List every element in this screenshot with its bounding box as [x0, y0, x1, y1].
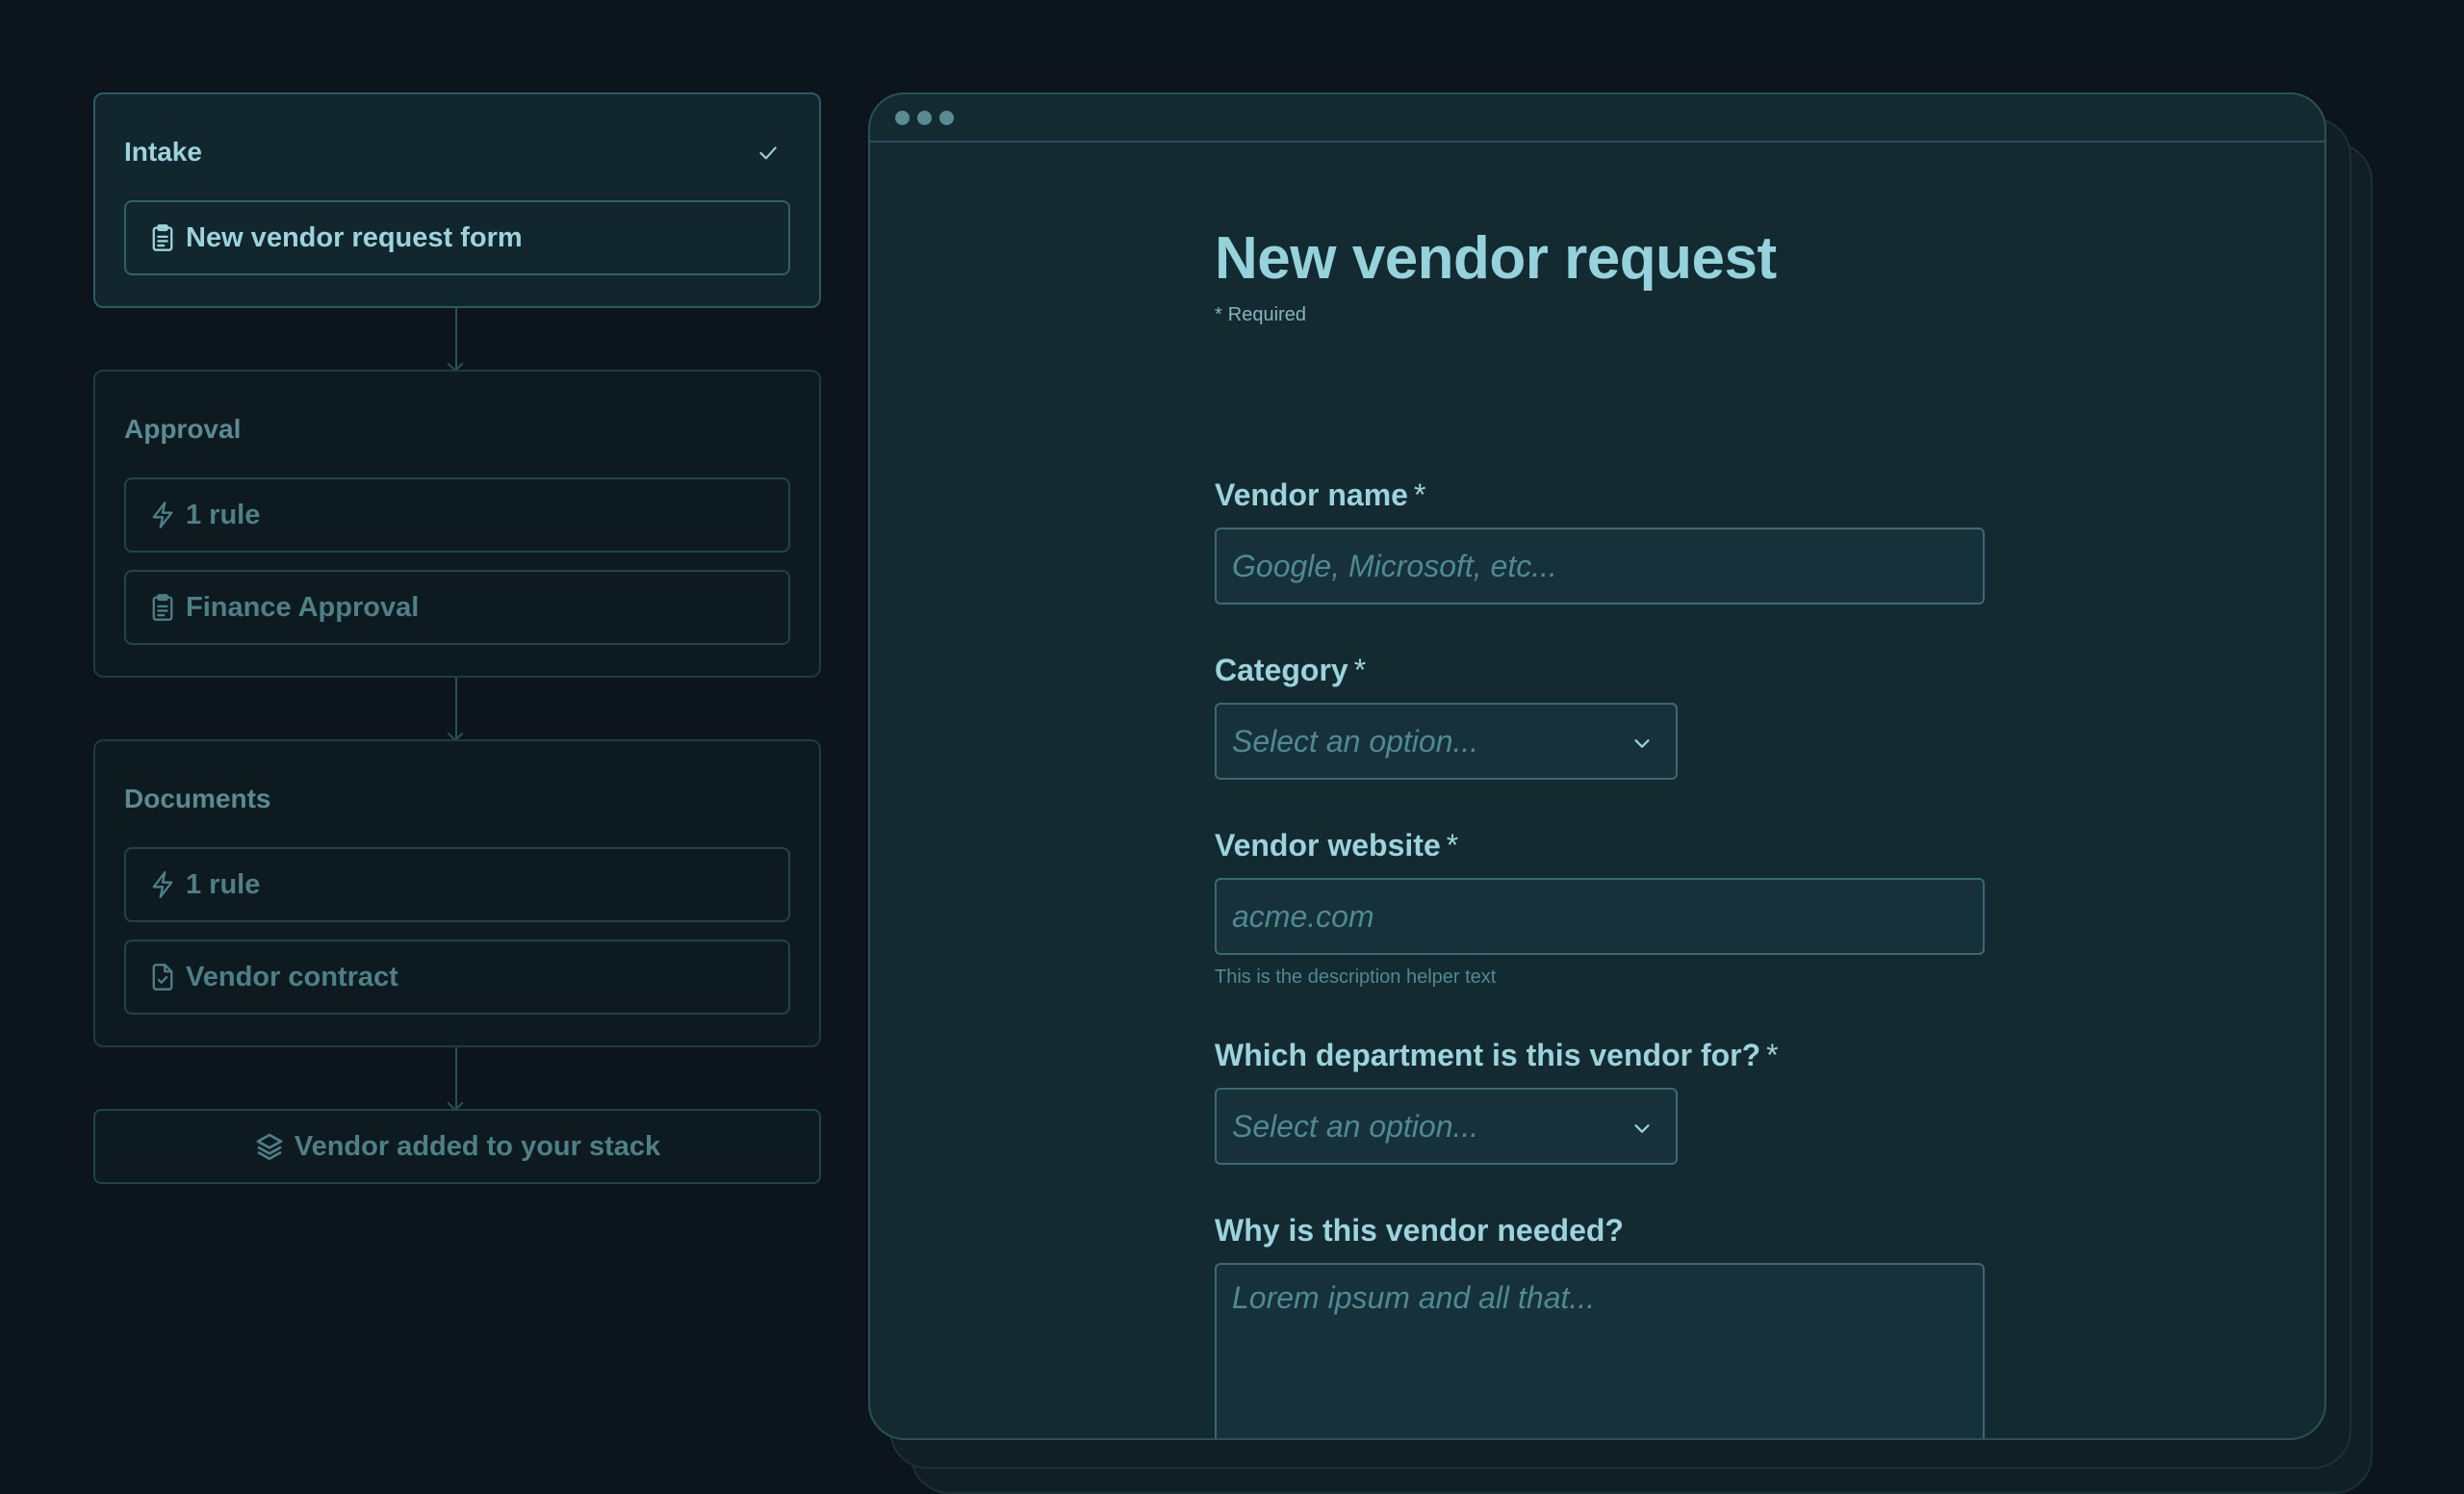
document-check-icon [152, 964, 173, 991]
vendor-name-label-text: Vendor name [1215, 477, 1408, 512]
department-label: Which department is this vendor for? * [1215, 1038, 1779, 1073]
stage-intake[interactable]: Intake New vendor request form [93, 92, 821, 308]
connector-line [455, 678, 457, 739]
stage-documents[interactable]: Documents 1 rule Vendor contract [93, 739, 821, 1047]
step-vendor-contract[interactable]: Vendor contract [124, 940, 790, 1015]
lightning-icon [152, 502, 173, 528]
stage-approval[interactable]: Approval 1 rule Finance Approval [93, 370, 821, 678]
step-label: Vendor contract [186, 961, 398, 992]
page-title: New vendor request [1215, 225, 1777, 292]
step-new-vendor-request-form[interactable]: New vendor request form [124, 200, 790, 275]
vendor-website-label-text: Vendor website [1215, 828, 1441, 863]
vendor-website-helper-text: This is the description helper text [1215, 966, 1497, 988]
category-label-text: Category [1215, 653, 1348, 687]
vendor-name-label: Vendor name * [1215, 477, 1425, 513]
department-label-text: Which department is this vendor for? [1215, 1038, 1761, 1072]
category-label: Category * [1215, 653, 1366, 688]
step-approval-rule[interactable]: 1 rule [124, 477, 790, 553]
department-select-placeholder: Select an option... [1232, 1108, 1479, 1144]
lightning-icon [152, 871, 173, 898]
required-text: Required [1227, 304, 1306, 325]
final-step-label: Vendor added to your stack [294, 1130, 661, 1162]
window-dot[interactable] [895, 110, 910, 125]
clipboard-icon [152, 224, 173, 251]
connector-line [455, 308, 457, 370]
window-dot[interactable] [939, 110, 954, 125]
why-needed-label: Why is this vendor needed? [1215, 1213, 1624, 1249]
stage-title-intake: Intake [124, 137, 202, 167]
clipboard-icon [152, 594, 173, 621]
step-label: 1 rule [186, 868, 261, 900]
window-dot[interactable] [917, 110, 932, 125]
why-needed-textarea[interactable] [1215, 1263, 1985, 1438]
step-documents-rule[interactable]: 1 rule [124, 847, 790, 922]
stage-title-approval: Approval [124, 414, 242, 444]
chevron-down-icon [1634, 739, 1650, 748]
why-needed-label-text: Why is this vendor needed? [1215, 1213, 1624, 1248]
chevron-down-icon [1634, 1124, 1650, 1133]
layers-icon [256, 1133, 283, 1160]
check-icon [759, 146, 777, 160]
vendor-website-label: Vendor website * [1215, 828, 1458, 863]
category-select[interactable]: Select an option... [1215, 703, 1678, 780]
step-finance-approval[interactable]: Finance Approval [124, 570, 790, 645]
connector-line [455, 1047, 457, 1109]
stage-title-documents: Documents [124, 784, 271, 813]
step-label: New vendor request form [186, 221, 523, 253]
department-select[interactable]: Select an option... [1215, 1088, 1678, 1165]
step-label: 1 rule [186, 499, 261, 530]
required-star: * [1413, 477, 1426, 512]
required-star: * [1353, 653, 1367, 687]
required-note: * Required [1215, 304, 1985, 326]
required-star: * [1766, 1038, 1779, 1072]
vendor-name-input[interactable] [1215, 528, 1985, 605]
vendor-added-step[interactable]: Vendor added to your stack [93, 1109, 821, 1184]
browser-window: New vendor request * Required Vendor name… [868, 92, 2326, 1440]
vendor-request-form: New vendor request * Required Vendor name… [1215, 225, 1985, 1438]
category-select-placeholder: Select an option... [1232, 723, 1479, 759]
vendor-website-input[interactable] [1215, 878, 1985, 955]
step-label: Finance Approval [186, 591, 420, 623]
required-star: * [1446, 828, 1459, 863]
window-titlebar [870, 94, 2324, 142]
required-star: * [1215, 304, 1222, 325]
